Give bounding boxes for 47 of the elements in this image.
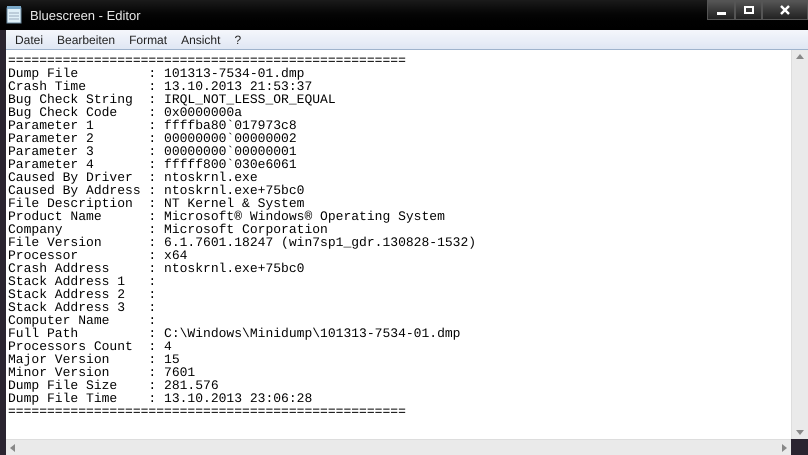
vertical-scrollbar[interactable] [791,50,808,439]
text-line: Bug Check String : IRQL_NOT_LESS_OR_EQUAL [8,93,336,106]
window-title: Bluescreen - Editor [30,7,141,25]
text-line: Company : Microsoft Corporation [8,223,328,236]
close-button[interactable] [762,0,808,20]
text-line: Caused By Address : ntoskrnl.exe+75bc0 [8,184,304,197]
text-line: Stack Address 1 : [8,275,156,288]
minimize-button[interactable] [707,0,735,20]
text-line: Dump File : 101313-7534-01.dmp [8,67,304,80]
notepad-icon [6,6,22,24]
text-line: Dump File Time : 13.10.2013 23:06:28 [8,392,312,405]
text-line: Major Version : 15 [8,353,180,366]
text-line: Caused By Driver : ntoskrnl.exe [8,171,258,184]
menu-item[interactable]: Bearbeiten [50,30,122,48]
scroll-left-icon[interactable] [10,444,15,452]
menu-item[interactable]: Format [122,30,174,48]
text-line: Bug Check Code : 0x0000000a [8,106,242,119]
menu-item[interactable]: Datei [8,30,50,48]
text-line: Stack Address 2 : [8,288,156,301]
maximize-button[interactable] [735,0,762,20]
text-line: Crash Address : ntoskrnl.exe+75bc0 [8,262,304,275]
text-line: Processors Count : 4 [8,340,172,353]
scroll-up-icon[interactable] [796,54,804,59]
menu-item[interactable]: ? [227,30,248,48]
text-line: Parameter 2 : 00000000`00000002 [8,132,297,145]
menu-item[interactable]: Ansicht [174,30,228,48]
text-line: Product Name : Microsoft® Windows® Operating System [8,210,445,223]
horizontal-scrollbar[interactable] [6,439,791,455]
scroll-right-icon[interactable] [782,444,787,452]
text-line: Stack Address 3 : [8,301,156,314]
text-line: Parameter 3 : 00000000`00000001 [8,145,297,158]
text-line: Parameter 1 : ffffba80`017973c8 [8,119,297,132]
text-line: File Description : NT Kernel & System [8,197,304,210]
text-line: Crash Time : 13.10.2013 21:53:37 [8,80,312,93]
text-line: Processor : x64 [8,249,188,262]
text-line: =================================================== [8,405,406,418]
scroll-down-icon[interactable] [796,430,804,435]
minimize-icon [716,12,726,14]
maximize-icon [744,6,754,14]
text-line: File Version : 6.1.7601.18247 (win7sp1_gdr.130828-1532) [8,236,476,249]
close-icon [780,5,790,15]
text-line: Minor Version : 7601 [8,366,196,379]
text-line: Computer Name : [8,314,156,327]
text-line: Parameter 4 : fffff800`030e6061 [8,158,297,171]
text-line: =================================================== [8,54,406,67]
text-line: Full Path : C:\Windows\Minidump\101313-7534-01.dmp [8,327,460,340]
text-line: Dump File Size : 281.576 [8,379,219,392]
